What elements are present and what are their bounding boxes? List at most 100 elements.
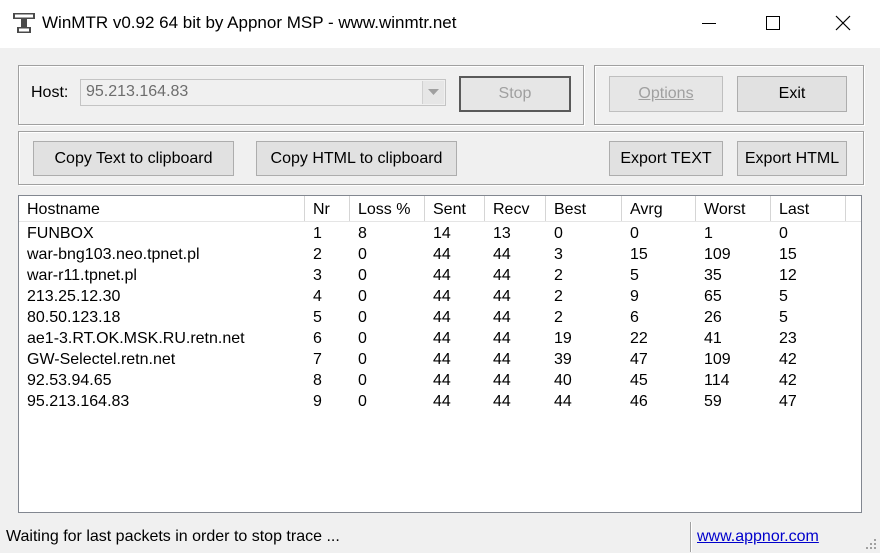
cell-loss: 0 bbox=[358, 393, 367, 410]
results-table[interactable]: Hostname Nr Loss % Sent Recv Best Avrg W… bbox=[18, 195, 862, 513]
cell-last: 47 bbox=[779, 393, 797, 410]
cell-last: 15 bbox=[779, 246, 797, 263]
table-row[interactable]: 92.53.94.65 8 0 44 44 40 45 114 42 bbox=[19, 370, 861, 391]
column-header-last[interactable]: Last bbox=[771, 196, 846, 221]
minimize-icon bbox=[702, 23, 716, 24]
cell-last: 12 bbox=[779, 267, 797, 284]
cell-avrg: 45 bbox=[630, 372, 648, 389]
host-label: Host: bbox=[31, 84, 69, 101]
column-header-recv[interactable]: Recv bbox=[485, 196, 546, 221]
cell-avrg: 46 bbox=[630, 393, 648, 410]
status-text: Waiting for last packets in order to sto… bbox=[6, 528, 340, 545]
cell-best: 40 bbox=[554, 372, 572, 389]
cell-recv: 44 bbox=[493, 309, 511, 326]
cell-nr: 9 bbox=[313, 393, 322, 410]
cell-loss: 0 bbox=[358, 351, 367, 368]
column-header-loss[interactable]: Loss % bbox=[350, 196, 425, 221]
cell-nr: 6 bbox=[313, 330, 322, 347]
cell-hostname: war-bng103.neo.tpnet.pl bbox=[27, 246, 200, 263]
cell-best: 0 bbox=[554, 225, 563, 242]
appnor-link[interactable]: www.appnor.com bbox=[697, 528, 819, 546]
options-button[interactable]: Options bbox=[609, 76, 723, 112]
export-text-button[interactable]: Export TEXT bbox=[609, 141, 723, 176]
cell-sent: 44 bbox=[433, 309, 451, 326]
close-icon bbox=[835, 15, 851, 31]
cell-sent: 44 bbox=[433, 267, 451, 284]
column-header-avrg[interactable]: Avrg bbox=[622, 196, 696, 221]
column-header-nr[interactable]: Nr bbox=[305, 196, 350, 221]
cell-nr: 8 bbox=[313, 372, 322, 389]
table-row[interactable]: FUNBOX 1 8 14 13 0 0 1 0 bbox=[19, 223, 861, 244]
cell-avrg: 6 bbox=[630, 309, 639, 326]
cell-nr: 1 bbox=[313, 225, 322, 242]
cell-worst: 114 bbox=[704, 372, 730, 389]
cell-worst: 35 bbox=[704, 267, 722, 284]
cell-loss: 0 bbox=[358, 372, 367, 389]
cell-best: 19 bbox=[554, 330, 572, 347]
cell-recv: 13 bbox=[493, 225, 511, 242]
cell-worst: 59 bbox=[704, 393, 722, 410]
cell-last: 5 bbox=[779, 288, 788, 305]
cell-hostname: 213.25.12.30 bbox=[27, 288, 121, 305]
winmtr-app-icon bbox=[13, 13, 35, 33]
cell-recv: 44 bbox=[493, 267, 511, 284]
cell-recv: 44 bbox=[493, 372, 511, 389]
minimize-button[interactable] bbox=[686, 0, 732, 48]
cell-sent: 44 bbox=[433, 393, 451, 410]
cell-sent: 44 bbox=[433, 351, 451, 368]
cell-best: 3 bbox=[554, 246, 563, 263]
table-row[interactable]: 95.213.164.83 9 0 44 44 44 46 59 47 bbox=[19, 391, 861, 412]
table-row[interactable]: 80.50.123.18 5 0 44 44 2 6 26 5 bbox=[19, 307, 861, 328]
exit-button[interactable]: Exit bbox=[737, 76, 847, 112]
cell-avrg: 47 bbox=[630, 351, 648, 368]
cell-nr: 7 bbox=[313, 351, 322, 368]
cell-recv: 44 bbox=[493, 288, 511, 305]
cell-loss: 0 bbox=[358, 246, 367, 263]
cell-best: 39 bbox=[554, 351, 572, 368]
copy-html-button[interactable]: Copy HTML to clipboard bbox=[256, 141, 457, 176]
column-header-best[interactable]: Best bbox=[546, 196, 622, 221]
cell-hostname: FUNBOX bbox=[27, 225, 94, 242]
stop-button[interactable]: Stop bbox=[459, 76, 571, 112]
cell-worst: 109 bbox=[704, 246, 731, 263]
column-header-sent[interactable]: Sent bbox=[425, 196, 485, 221]
table-row[interactable]: war-r11.tpnet.pl 3 0 44 44 2 5 35 12 bbox=[19, 265, 861, 286]
column-header-worst[interactable]: Worst bbox=[696, 196, 771, 221]
cell-loss: 0 bbox=[358, 330, 367, 347]
maximize-button[interactable] bbox=[750, 0, 796, 48]
resize-grip-icon[interactable] bbox=[864, 537, 878, 551]
close-button[interactable] bbox=[820, 0, 866, 48]
cell-hostname: 92.53.94.65 bbox=[27, 372, 112, 389]
cell-hostname: GW-Selectel.retn.net bbox=[27, 351, 176, 368]
cell-sent: 44 bbox=[433, 246, 451, 263]
cell-last: 0 bbox=[779, 225, 788, 242]
cell-sent: 44 bbox=[433, 288, 451, 305]
host-value: 95.213.164.83 bbox=[86, 83, 189, 100]
cell-sent: 14 bbox=[433, 225, 451, 242]
title-bar: WinMTR v0.92 64 bit by Appnor MSP - www.… bbox=[0, 0, 880, 48]
cell-loss: 0 bbox=[358, 288, 367, 305]
chevron-down-icon bbox=[428, 89, 439, 95]
host-combobox[interactable]: 95.213.164.83 bbox=[80, 79, 446, 106]
cell-loss: 0 bbox=[358, 267, 367, 284]
cell-nr: 4 bbox=[313, 288, 322, 305]
cell-last: 42 bbox=[779, 351, 797, 368]
cell-avrg: 22 bbox=[630, 330, 648, 347]
cell-loss: 0 bbox=[358, 309, 367, 326]
export-html-button[interactable]: Export HTML bbox=[737, 141, 847, 176]
status-divider bbox=[690, 522, 691, 552]
cell-loss: 8 bbox=[358, 225, 367, 242]
column-header-hostname[interactable]: Hostname bbox=[19, 196, 305, 221]
table-row[interactable]: war-bng103.neo.tpnet.pl 2 0 44 44 3 15 109 15 bbox=[19, 244, 861, 265]
cell-worst: 41 bbox=[704, 330, 722, 347]
copy-text-button[interactable]: Copy Text to clipboard bbox=[33, 141, 234, 176]
table-row[interactable]: 213.25.12.30 4 0 44 44 2 9 65 5 bbox=[19, 286, 861, 307]
table-row[interactable]: ae1-3.RT.OK.MSK.RU.retn.net 6 0 44 44 19 22 41 2… bbox=[19, 328, 861, 349]
host-dropdown-button[interactable] bbox=[422, 81, 444, 104]
cell-recv: 44 bbox=[493, 351, 511, 368]
table-row[interactable]: GW-Selectel.retn.net 7 0 44 44 39 47 109 42 bbox=[19, 349, 861, 370]
cell-recv: 44 bbox=[493, 246, 511, 263]
cell-sent: 44 bbox=[433, 372, 451, 389]
cell-best: 2 bbox=[554, 309, 563, 326]
cell-recv: 44 bbox=[493, 393, 511, 410]
